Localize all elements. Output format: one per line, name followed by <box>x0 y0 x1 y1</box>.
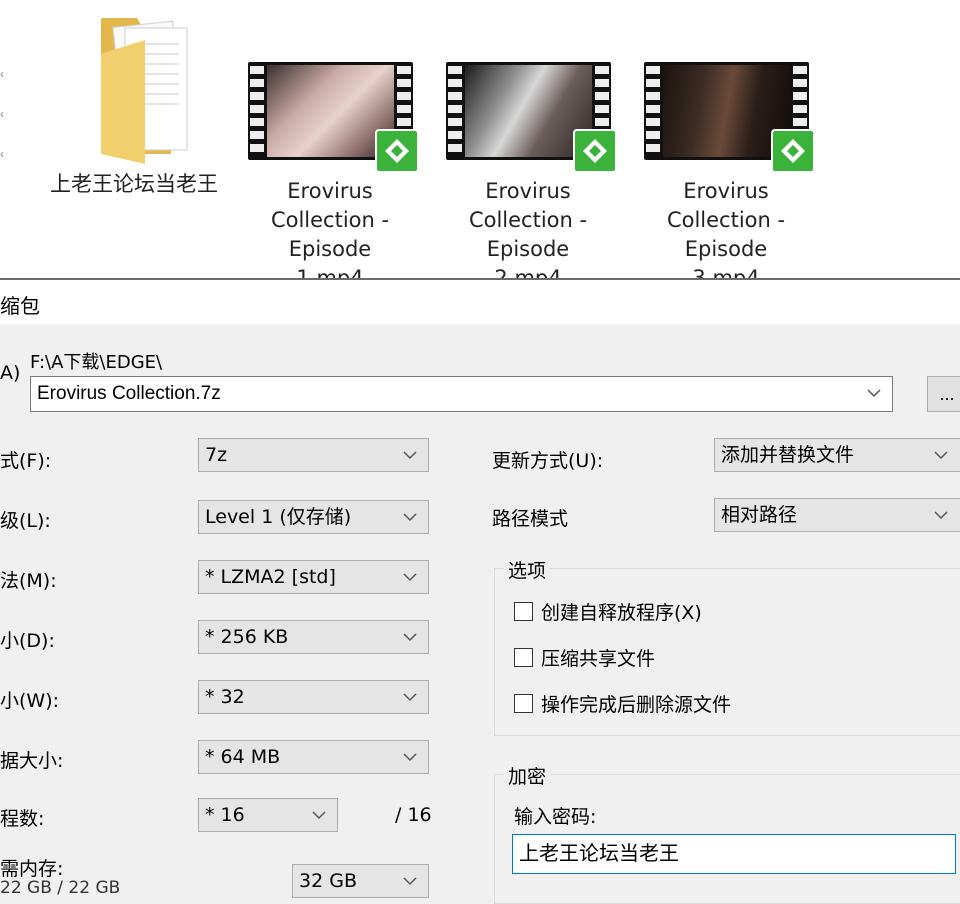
memory-select[interactable]: 32 GB <box>292 864 429 898</box>
chevron-down-icon <box>403 513 417 522</box>
archive-name-value: Erovirus Collection.7z <box>37 383 221 404</box>
method-label: 法(M): <box>0 570 57 592</box>
nav-arrow-icon[interactable]: ‹ <box>0 68 8 80</box>
file-name: Erovirus Collection - Episode 3.mp4 <box>666 179 786 290</box>
file-item-folder[interactable]: 上老王论坛当老王 <box>49 14 219 199</box>
chevron-down-icon <box>934 451 948 460</box>
delete-after-checkbox[interactable]: 操作完成后删除源文件 <box>514 690 731 717</box>
chevron-down-icon <box>312 811 326 820</box>
file-name: 上老王论坛当老王 <box>50 172 218 196</box>
chevron-down-icon <box>403 573 417 582</box>
update-mode-label: 更新方式(U): <box>492 450 604 472</box>
path-mode-select[interactable]: 相对路径 <box>714 498 960 532</box>
memory-value: 32 GB <box>299 870 357 892</box>
memory-label: 需内存: <box>0 858 64 880</box>
threads-label: 程数: <box>0 808 45 830</box>
dictionary-value: * 256 KB <box>205 626 289 648</box>
video-thumbnail-icon <box>445 62 617 173</box>
threads-value: * 16 <box>205 804 245 826</box>
solid-block-label: 据大小: <box>0 750 64 772</box>
archive-path: F:\A下载\EDGE\ <box>30 352 163 373</box>
chevron-down-icon <box>403 753 417 762</box>
chevron-down-icon <box>403 633 417 642</box>
checkbox-box[interactable] <box>514 648 533 667</box>
chevron-down-icon <box>934 511 948 520</box>
browse-button[interactable]: ... <box>927 376 960 412</box>
path-mode-label: 路径模式 <box>492 508 569 530</box>
checkbox-label: 操作完成后删除源文件 <box>541 694 732 716</box>
app-badge-icon <box>770 129 815 173</box>
file-explorer-view: ‹ ‹ ‹ 上老王论坛当老王 Erovirus Collection - Epi… <box>0 0 960 290</box>
dialog-title: 缩包 <box>0 294 40 318</box>
dictionary-select[interactable]: * 256 KB <box>198 620 429 654</box>
dialog-titlebar: 缩包 <box>0 280 960 324</box>
file-item-video[interactable]: Erovirus Collection - Episode 2.mp4 <box>443 14 617 293</box>
app-badge-icon <box>572 129 617 173</box>
sfx-checkbox[interactable]: 创建自释放程序(X) <box>514 598 702 625</box>
update-mode-value: 添加并替换文件 <box>721 444 855 466</box>
shared-files-checkbox[interactable]: 压缩共享文件 <box>514 644 655 671</box>
memory-usage-text: 22 GB / 22 GB <box>0 878 121 898</box>
archive-label: A) <box>0 362 21 384</box>
chevron-down-icon <box>403 693 417 702</box>
compress-dialog: 缩包 A) F:\A下载\EDGE\ Erovirus Collection.7… <box>0 278 960 904</box>
dictionary-label: 小(D): <box>0 630 55 652</box>
checkbox-box[interactable] <box>514 694 533 713</box>
file-item-video[interactable]: Erovirus Collection - Episode 3.mp4 <box>641 14 815 293</box>
encryption-title: 加密 <box>504 762 551 789</box>
options-title: 选项 <box>504 556 551 583</box>
word-size-select[interactable]: * 32 <box>198 680 429 714</box>
format-label: 式(F): <box>0 450 52 472</box>
chevron-down-icon <box>403 877 417 886</box>
app-badge-icon <box>374 129 419 173</box>
method-select[interactable]: * LZMA2 [std] <box>198 560 429 594</box>
password-input[interactable]: 上老王论坛当老王 <box>512 834 956 874</box>
nav-arrow-icon[interactable]: ‹ <box>0 148 8 160</box>
file-name: Erovirus Collection - Episode 1.mp4 <box>270 179 390 290</box>
solid-block-select[interactable]: * 64 MB <box>198 740 429 774</box>
chevron-down-icon[interactable] <box>866 385 882 401</box>
level-value: Level 1 (仅存储) <box>205 506 352 528</box>
checkbox-box[interactable] <box>514 602 533 621</box>
password-label: 输入密码: <box>514 806 597 828</box>
checkbox-label: 创建自释放程序(X) <box>541 602 702 624</box>
file-name: Erovirus Collection - Episode 2.mp4 <box>468 179 588 290</box>
video-thumbnail-icon <box>247 62 419 173</box>
chevron-down-icon <box>403 451 417 460</box>
format-select[interactable]: 7z <box>198 438 429 472</box>
format-value: 7z <box>205 444 228 466</box>
threads-max: / 16 <box>395 804 432 826</box>
archive-name-combo[interactable]: Erovirus Collection.7z <box>30 376 893 412</box>
checkbox-label: 压缩共享文件 <box>541 648 656 670</box>
video-thumbnail-icon <box>643 62 815 173</box>
level-select[interactable]: Level 1 (仅存储) <box>198 500 429 534</box>
method-value: * LZMA2 [std] <box>205 566 336 588</box>
update-mode-select[interactable]: 添加并替换文件 <box>714 438 960 472</box>
folder-icon <box>79 14 189 164</box>
level-label: 级(L): <box>0 510 51 532</box>
word-size-value: * 32 <box>205 686 245 708</box>
path-mode-value: 相对路径 <box>721 504 798 526</box>
threads-select[interactable]: * 16 <box>198 798 338 832</box>
nav-arrow-icon[interactable]: ‹ <box>0 108 8 120</box>
word-size-label: 小(W): <box>0 690 60 712</box>
file-item-video[interactable]: Erovirus Collection - Episode 1.mp4 <box>245 14 419 293</box>
solid-block-value: * 64 MB <box>205 746 281 768</box>
